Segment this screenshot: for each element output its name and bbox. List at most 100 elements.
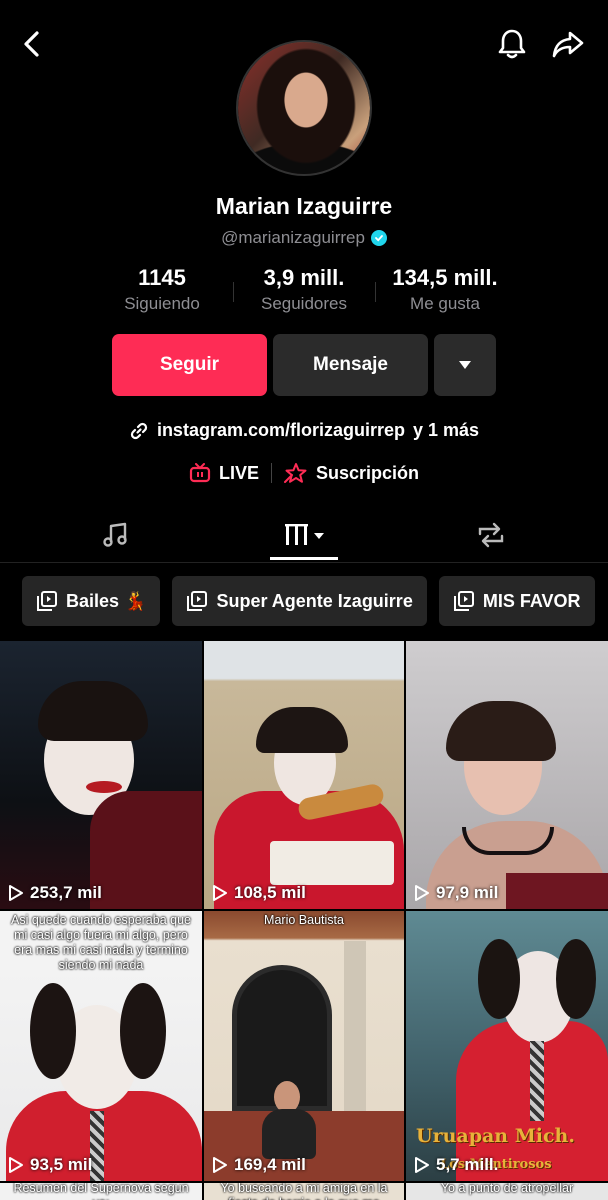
stat-followers-value: 3,9 mill. xyxy=(263,265,345,290)
video-caption: Yo buscando a mi amiga en la fiesta de b… xyxy=(220,1183,388,1200)
playlist-chip-label: Bailes 💃 xyxy=(66,590,147,611)
stat-followers[interactable]: 3,9 mill. Seguidores xyxy=(229,265,379,314)
music-note-icon xyxy=(103,522,127,547)
stat-following-label: Siguiendo xyxy=(124,294,200,313)
stat-likes[interactable]: 134,5 mill. Me gusta xyxy=(370,265,520,314)
playlist-icon xyxy=(37,591,57,611)
playlist-chip-label: Super Agente Izaguirre xyxy=(216,590,413,611)
share-icon[interactable] xyxy=(548,24,588,64)
follow-button[interactable]: Seguir xyxy=(112,334,267,396)
thumbnail-lips xyxy=(86,781,122,793)
stat-likes-value: 134,5 mill. xyxy=(392,265,498,290)
playlist-chip[interactable]: Bailes 💃 xyxy=(22,576,161,626)
video-thumbnail[interactable]: 253,7 mil xyxy=(0,641,202,909)
active-tab-indicator xyxy=(270,557,338,560)
view-count-text: 108,5 mil xyxy=(234,883,306,902)
thumbnail-pigtail-right xyxy=(120,983,166,1079)
view-count-text: 93,5 mil xyxy=(30,1155,93,1174)
stat-likes-label: Me gusta xyxy=(410,294,480,313)
video-thumbnail[interactable]: Yo a punto de atropellar xyxy=(406,1183,608,1200)
live-subscription-row: LIVE Suscripción xyxy=(0,462,608,484)
caret-down-icon xyxy=(459,361,471,369)
link-icon xyxy=(130,422,148,439)
view-count: 169,4 mil xyxy=(212,1155,306,1175)
thumbnail-choker xyxy=(462,827,554,855)
profile-name: Marian Izaguirre xyxy=(215,193,393,219)
bio-link-row[interactable]: instagram.com/florizaguirrep y 1 más xyxy=(0,420,608,441)
video-caption: Resumen del Supernova segun yo: xyxy=(13,1183,189,1200)
avatar-image xyxy=(238,42,370,174)
thumbnail-shirt xyxy=(90,791,202,909)
stat-followers-label: Seguidores xyxy=(260,294,347,313)
bell-icon[interactable] xyxy=(492,24,532,64)
video-thumbnail[interactable]: Asi quede cuando esperaba que mi casi al… xyxy=(0,911,202,1181)
video-caption: Mario Bautista xyxy=(264,913,344,927)
video-thumbnail[interactable]: Uruapan Mich. Los Mentirosos 5,7 mill. xyxy=(406,911,608,1181)
tab-videos[interactable] xyxy=(250,508,358,562)
view-count-text: 169,4 mil xyxy=(234,1155,306,1174)
video-thumbnail[interactable]: 97,9 mil xyxy=(406,641,608,909)
thumbnail-tie xyxy=(530,1041,544,1121)
bio-link[interactable]: instagram.com/florizaguirrep xyxy=(157,420,405,441)
thumbnail-tray xyxy=(270,841,394,885)
profile-handle-row: @marianizaguirrep xyxy=(0,228,608,248)
tab-reposts[interactable] xyxy=(436,508,546,562)
video-caption: Asi quede cuando esperaba que mi casi al… xyxy=(10,913,191,972)
more-options-button[interactable] xyxy=(434,334,496,396)
live-button[interactable]: LIVE xyxy=(189,463,259,484)
subscription-button[interactable]: Suscripción xyxy=(283,462,420,484)
video-thumbnail[interactable]: 108,5 mil xyxy=(204,641,404,909)
message-button[interactable]: Mensaje xyxy=(273,334,428,396)
play-icon xyxy=(415,885,429,901)
video-overlay-title: Uruapan Mich. xyxy=(416,1125,575,1147)
stat-following-value: 1145 xyxy=(138,265,186,290)
view-count-text: 253,7 mil xyxy=(30,883,102,902)
thumbnail-pigtail-left xyxy=(30,983,76,1079)
view-count: 97,9 mil xyxy=(414,883,498,903)
play-icon xyxy=(9,1157,23,1173)
live-label: LIVE xyxy=(218,462,259,483)
subscription-label: Suscripción xyxy=(315,462,420,483)
video-thumbnail[interactable]: Mario Bautista 169,4 mil xyxy=(204,911,404,1181)
thumbnail-body xyxy=(262,1109,316,1159)
divider xyxy=(270,463,272,483)
play-icon xyxy=(213,885,227,901)
back-icon[interactable] xyxy=(12,24,52,64)
repost-icon xyxy=(478,522,504,548)
playlist-chip-label: MIS FAVOR xyxy=(482,590,581,611)
video-grid: 253,7 mil 108,5 mil 97,9 mil Asi quede c… xyxy=(0,641,608,1200)
playlist-icon xyxy=(453,591,474,611)
stat-following[interactable]: 1145 Siguiendo xyxy=(87,265,237,314)
view-count-text: 5,7 mill. xyxy=(436,1155,499,1174)
video-thumbnail[interactable]: Resumen del Supernova segun yo: xyxy=(0,1183,202,1200)
playlist-icon xyxy=(187,591,208,611)
bio-link-more[interactable]: y 1 más xyxy=(413,420,479,441)
grid-videos-icon xyxy=(285,524,324,545)
verified-icon xyxy=(370,230,387,246)
thumbnail-hair xyxy=(446,701,556,761)
view-count-text: 97,9 mil xyxy=(436,883,499,902)
video-caption: Yo a punto de atropellar xyxy=(440,1183,574,1195)
thumbnail-hair xyxy=(256,707,348,753)
thumbnail-dress xyxy=(506,873,608,909)
tab-music[interactable] xyxy=(60,508,170,562)
play-icon xyxy=(9,885,23,901)
content-tabs xyxy=(0,508,608,563)
view-count: 93,5 mil xyxy=(8,1155,92,1175)
live-tv-icon xyxy=(189,463,211,483)
playlist-chip[interactable]: Super Agente Izaguirre xyxy=(172,576,427,626)
playlist-chips: Bailes 💃 Super Agente Izaguirre MIS FAVO… xyxy=(22,576,595,626)
view-count: 108,5 mil xyxy=(212,883,306,903)
avatar[interactable] xyxy=(236,40,372,176)
playlist-chip[interactable]: MIS FAVOR xyxy=(438,576,595,626)
thumbnail-hair xyxy=(38,681,148,741)
view-count: 253,7 mil xyxy=(8,883,102,903)
video-thumbnail[interactable]: Yo buscando a mi amiga en la fiesta de b… xyxy=(204,1183,404,1200)
view-count: 5,7 mill. xyxy=(414,1155,498,1175)
thumbnail-pigtail-right xyxy=(556,939,596,1019)
profile-handle: @marianizaguirrep xyxy=(221,228,365,247)
play-icon xyxy=(213,1157,227,1173)
thumbnail-column xyxy=(344,941,366,1111)
thumbnail-pigtail-left xyxy=(478,939,520,1019)
play-icon xyxy=(415,1157,429,1173)
